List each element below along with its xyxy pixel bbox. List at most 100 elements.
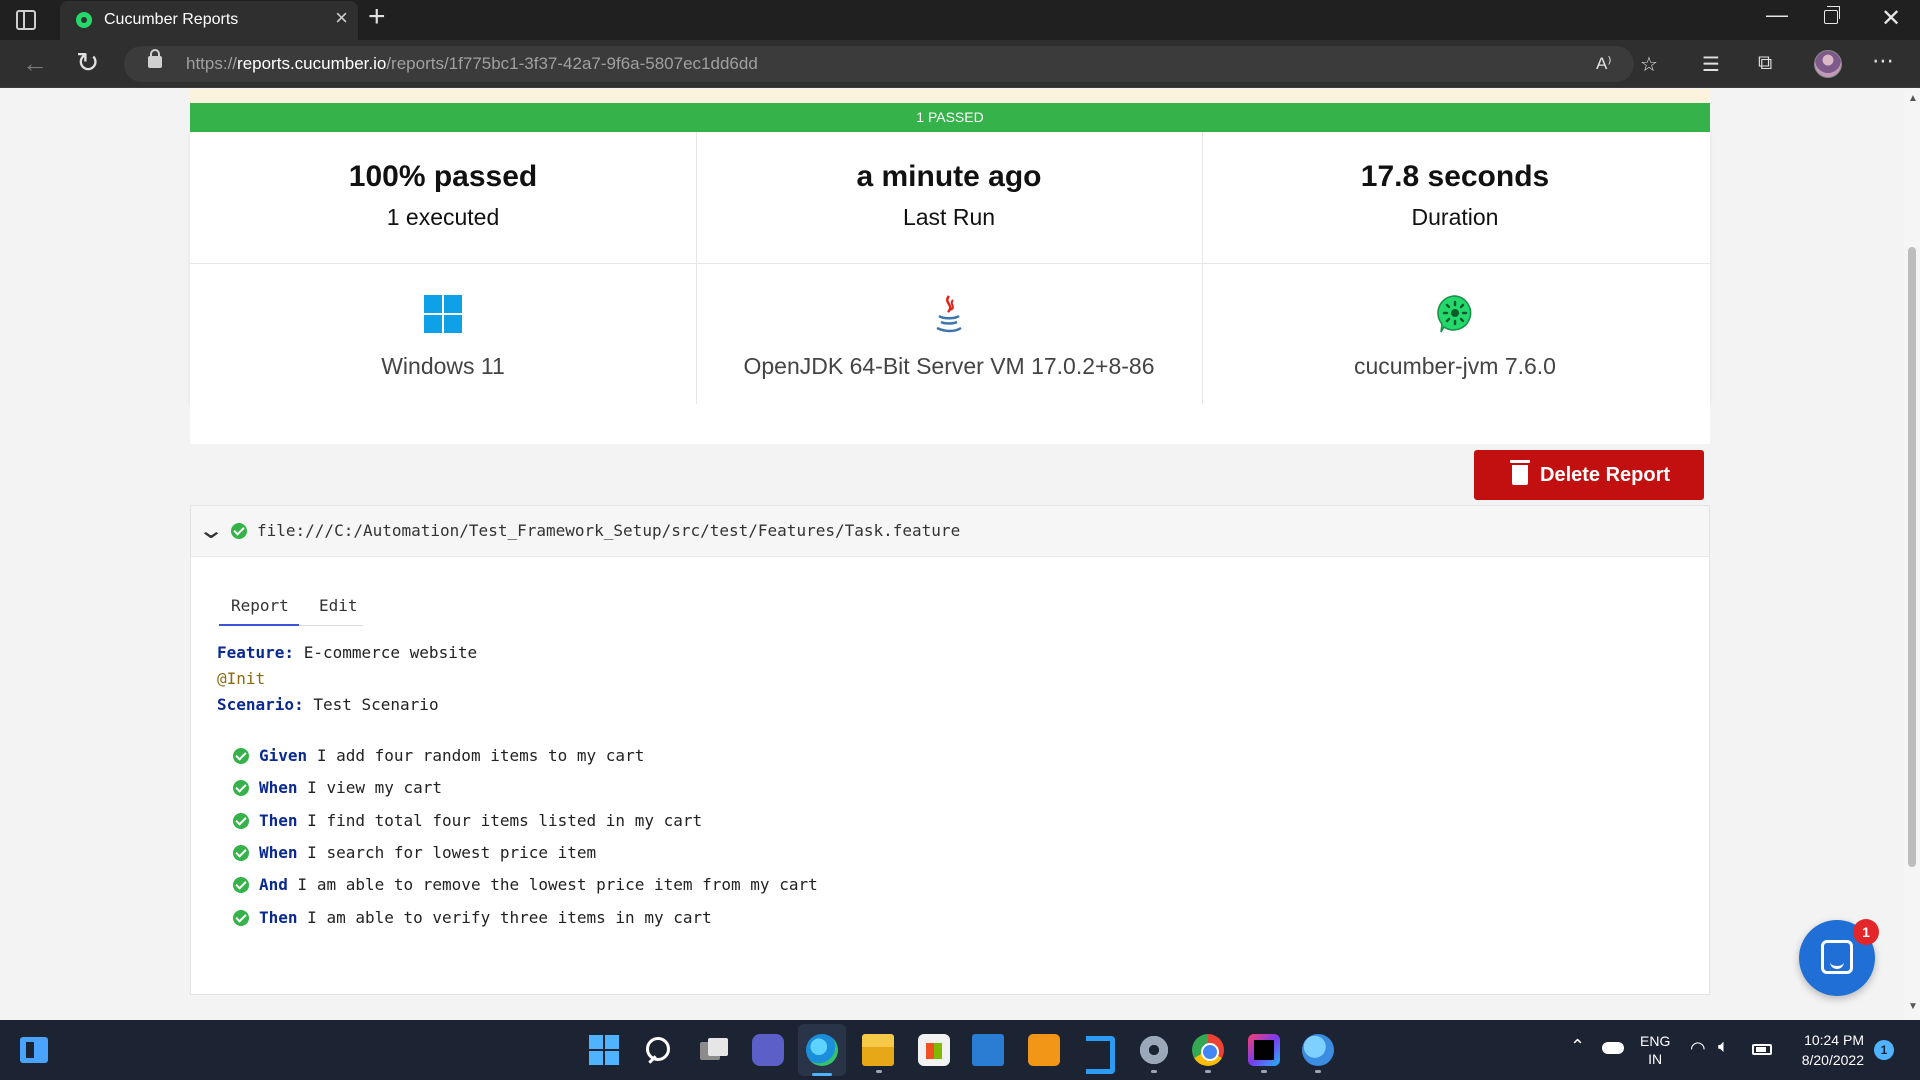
cucumber-favicon-icon: [76, 12, 92, 28]
tray-overflow-icon[interactable]: ⌃: [1570, 1036, 1585, 1057]
step-passed-icon: [233, 812, 249, 829]
url-host: reports.cucumber.io: [237, 54, 387, 73]
intellij-icon[interactable]: [1248, 1034, 1280, 1066]
step-text: I am able to verify three items in my ca…: [307, 908, 712, 927]
url-path: /reports/1f775bc1-3f37-42a7-9f6a-5807ec1…: [386, 54, 758, 73]
last-run-stat: a minute ago Last Run: [696, 160, 1202, 231]
step-row: And I am able to remove the lowest price…: [233, 875, 818, 894]
notification-badge[interactable]: 1: [1874, 1040, 1894, 1060]
windows-icon: [424, 295, 462, 333]
stats-panel: 100% passed 1 executed a minute ago Last…: [190, 132, 1710, 404]
passed-stat: 100% passed 1 executed: [190, 160, 696, 231]
implementation-name: cucumber-jvm 7.6.0: [1354, 353, 1556, 379]
step-keyword: When: [259, 843, 298, 862]
running-indicator: [876, 1070, 882, 1073]
language-region: IN: [1648, 1051, 1663, 1067]
step-row: Given I add four random items to my cart: [233, 746, 644, 765]
onedrive-icon[interactable]: [1602, 1042, 1624, 1054]
running-indicator: [1261, 1070, 1267, 1073]
windows-taskbar: [0, 1020, 1920, 1080]
step-passed-icon: [233, 909, 249, 926]
wifi-icon[interactable]: ◠: [1690, 1038, 1706, 1059]
stats-footer: [190, 404, 1710, 444]
language-indicator[interactable]: ENG IN: [1640, 1032, 1670, 1068]
start-icon[interactable]: [588, 1034, 620, 1066]
runtime-name: OpenJDK 64-Bit Server VM 17.0.2+8-86: [743, 353, 1155, 379]
reload-icon[interactable]: ↻: [76, 46, 99, 79]
new-tab-icon[interactable]: +: [368, 2, 386, 32]
tab-edit[interactable]: Edit: [319, 596, 358, 623]
volume-icon[interactable]: 🔈︎: [1718, 1036, 1729, 1057]
address-bar[interactable]: https://reports.cucumber.io/reports/1f77…: [124, 46, 1634, 82]
tab-actions-icon[interactable]: [16, 10, 36, 30]
step-row: Then I find total four items listed in m…: [233, 811, 702, 830]
vscode-icon[interactable]: [1082, 1034, 1115, 1074]
file-explorer-icon[interactable]: [862, 1034, 894, 1066]
widgets-icon[interactable]: [20, 1037, 48, 1063]
collections-icon[interactable]: ⧉: [1758, 52, 1772, 75]
system-clock[interactable]: 10:24 PM 8/20/2022: [1790, 1030, 1864, 1070]
runtime-info: OpenJDK 64-Bit Server VM 17.0.2+8-86: [696, 294, 1202, 380]
step-keyword: Given: [259, 746, 308, 765]
trash-icon: [1510, 460, 1530, 485]
browser-tab[interactable]: Cucumber Reports ×: [60, 1, 358, 40]
browser-title-bar: Cucumber Reports × + — ✕: [0, 0, 1920, 40]
scenario-name: Test Scenario: [313, 695, 439, 714]
language-code: ENG: [1640, 1033, 1671, 1049]
step-keyword: And: [259, 875, 288, 894]
passed-percentage: 100% passed: [348, 160, 538, 193]
scrollbar-thumb[interactable]: [1908, 247, 1916, 867]
feature-card: ⌄ file:///C:/Automation/Test_Framework_S…: [190, 505, 1710, 995]
lock-icon[interactable]: [148, 49, 162, 68]
step-passed-icon: [233, 779, 249, 796]
window-close-icon[interactable]: ✕: [1881, 4, 1901, 33]
read-aloud-icon[interactable]: A⁾: [1596, 54, 1612, 74]
active-tab-indicator: [219, 624, 299, 626]
passed-check-icon: [231, 523, 247, 539]
scroll-down-icon[interactable]: ▼: [1908, 1001, 1918, 1012]
back-arrow-icon[interactable]: ←: [22, 48, 48, 79]
profile-avatar[interactable]: [1814, 50, 1842, 78]
delete-report-button[interactable]: Delete Report: [1474, 450, 1704, 500]
url-text[interactable]: https://reports.cucumber.io/reports/1f77…: [186, 54, 758, 74]
battery-icon[interactable]: [1752, 1044, 1772, 1055]
feature-line: Feature: E-commerce website: [217, 643, 477, 662]
tab-close-icon[interactable]: ×: [335, 7, 348, 29]
feature-name: E-commerce website: [303, 643, 478, 662]
search-icon[interactable]: [642, 1034, 674, 1066]
cucumber-icon: [1437, 295, 1472, 333]
scroll-up-icon[interactable]: ▲: [1908, 93, 1918, 104]
divider: [190, 263, 1710, 264]
running-indicator: [1205, 1070, 1211, 1073]
chrome-icon[interactable]: [1192, 1034, 1224, 1066]
feature-header[interactable]: ⌄ file:///C:/Automation/Test_Framework_S…: [191, 506, 1709, 557]
paint-icon[interactable]: [1302, 1034, 1334, 1066]
clock-time: 10:24 PM: [1804, 1032, 1864, 1048]
restore-icon[interactable]: [1824, 6, 1840, 24]
store-icon[interactable]: [918, 1034, 950, 1066]
report-tabs: Report Edit: [219, 596, 363, 626]
implementation-info: cucumber-jvm 7.6.0: [1202, 294, 1708, 380]
favorites-icon[interactable]: ☰: [1702, 52, 1720, 77]
step-passed-icon: [233, 876, 249, 893]
teams-chat-icon[interactable]: [752, 1034, 784, 1066]
sublime-text-icon[interactable]: [1028, 1034, 1060, 1066]
status-bar: 1 PASSED: [190, 103, 1710, 132]
settings-gear-icon[interactable]: [1138, 1034, 1170, 1066]
feature-file-path: file:///C:/Automation/Test_Framework_Set…: [257, 521, 961, 540]
mail-icon[interactable]: [972, 1034, 1004, 1066]
executed-count: 1 executed: [386, 204, 500, 230]
step-passed-icon: [233, 844, 249, 861]
tab-report[interactable]: Report: [231, 596, 289, 623]
add-favorite-icon[interactable]: ☆: [1640, 52, 1658, 77]
more-options-icon[interactable]: ⋯: [1872, 48, 1894, 74]
chat-icon: [1821, 940, 1853, 974]
step-text: I view my cart: [307, 778, 443, 797]
edge-icon[interactable]: [806, 1034, 838, 1066]
step-text: I find total four items listed in my car…: [307, 811, 703, 830]
task-view-icon[interactable]: [698, 1034, 730, 1066]
minimize-icon[interactable]: —: [1766, 2, 1788, 28]
feature-keyword: Feature:: [217, 643, 295, 662]
page-scrollbar[interactable]: ▲ ▼: [1904, 89, 1920, 1020]
chevron-down-icon[interactable]: ⌄: [197, 516, 225, 545]
